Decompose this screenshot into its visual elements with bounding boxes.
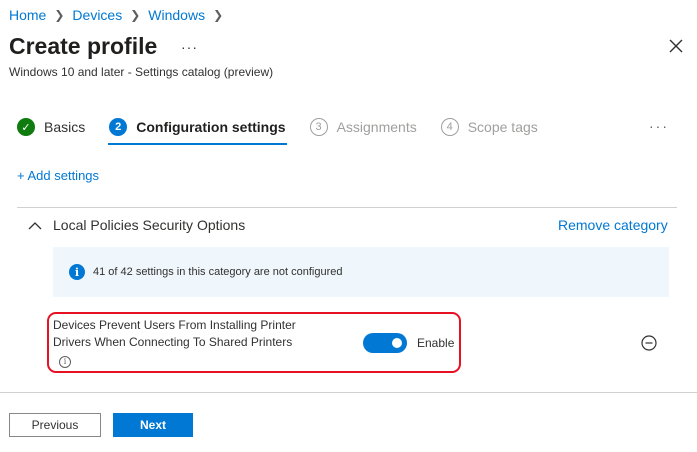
toggle-label: Enable <box>417 336 455 350</box>
enable-toggle[interactable] <box>363 333 407 353</box>
step-basics[interactable]: ✓ Basics <box>17 116 85 138</box>
wizard-steps: ✓ Basics 2 Configuration settings 3 Assi… <box>17 116 562 145</box>
step-label: Assignments <box>336 119 417 135</box>
remove-category-link[interactable]: Remove category <box>558 217 668 233</box>
step-assignments[interactable]: 3 Assignments <box>309 116 417 138</box>
chevron-up-icon[interactable] <box>28 219 42 233</box>
step-label: Configuration settings <box>136 119 286 135</box>
breadcrumb-devices[interactable]: Devices <box>72 7 122 23</box>
step-configuration-settings[interactable]: 2 Configuration settings <box>108 116 287 145</box>
remove-setting-icon[interactable] <box>641 335 657 351</box>
info-icon: i <box>69 264 85 280</box>
info-icon[interactable]: i <box>59 355 71 368</box>
checkmark-icon: ✓ <box>17 118 35 136</box>
page-subtitle: Windows 10 and later - Settings catalog … <box>9 65 274 79</box>
previous-button[interactable]: Previous <box>9 413 101 437</box>
setting-label: Devices Prevent Users From Installing Pr… <box>53 318 296 349</box>
chevron-right-icon: ❯ <box>54 8 65 22</box>
category-title: Local Policies Security Options <box>53 217 246 233</box>
next-button[interactable]: Next <box>113 413 193 437</box>
setting-row: Devices Prevent Users From Installing Pr… <box>53 317 303 368</box>
toggle-knob <box>392 338 402 348</box>
more-steps-icon[interactable]: ··· <box>649 118 669 134</box>
footer-divider <box>0 392 697 393</box>
chevron-right-icon: ❯ <box>130 8 141 22</box>
add-settings-link[interactable]: + Add settings <box>17 168 99 183</box>
step-number: 4 <box>440 118 459 136</box>
info-text: 41 of 42 settings in this category are n… <box>93 266 343 278</box>
divider <box>17 207 677 208</box>
close-icon[interactable] <box>668 38 684 54</box>
step-label: Scope tags <box>467 119 538 135</box>
step-label: Basics <box>44 119 86 135</box>
chevron-right-icon: ❯ <box>213 8 224 22</box>
info-banner: i 41 of 42 settings in this category are… <box>53 247 669 297</box>
step-number: 2 <box>109 118 128 136</box>
breadcrumb-home[interactable]: Home <box>9 7 46 23</box>
step-number: 3 <box>309 118 328 136</box>
breadcrumb: Home ❯ Devices ❯ Windows ❯ <box>9 7 231 23</box>
page-title: Create profile <box>9 33 158 59</box>
more-options-icon[interactable]: ··· <box>181 39 198 55</box>
breadcrumb-windows[interactable]: Windows <box>148 7 205 23</box>
step-scope-tags[interactable]: 4 Scope tags <box>440 116 538 138</box>
